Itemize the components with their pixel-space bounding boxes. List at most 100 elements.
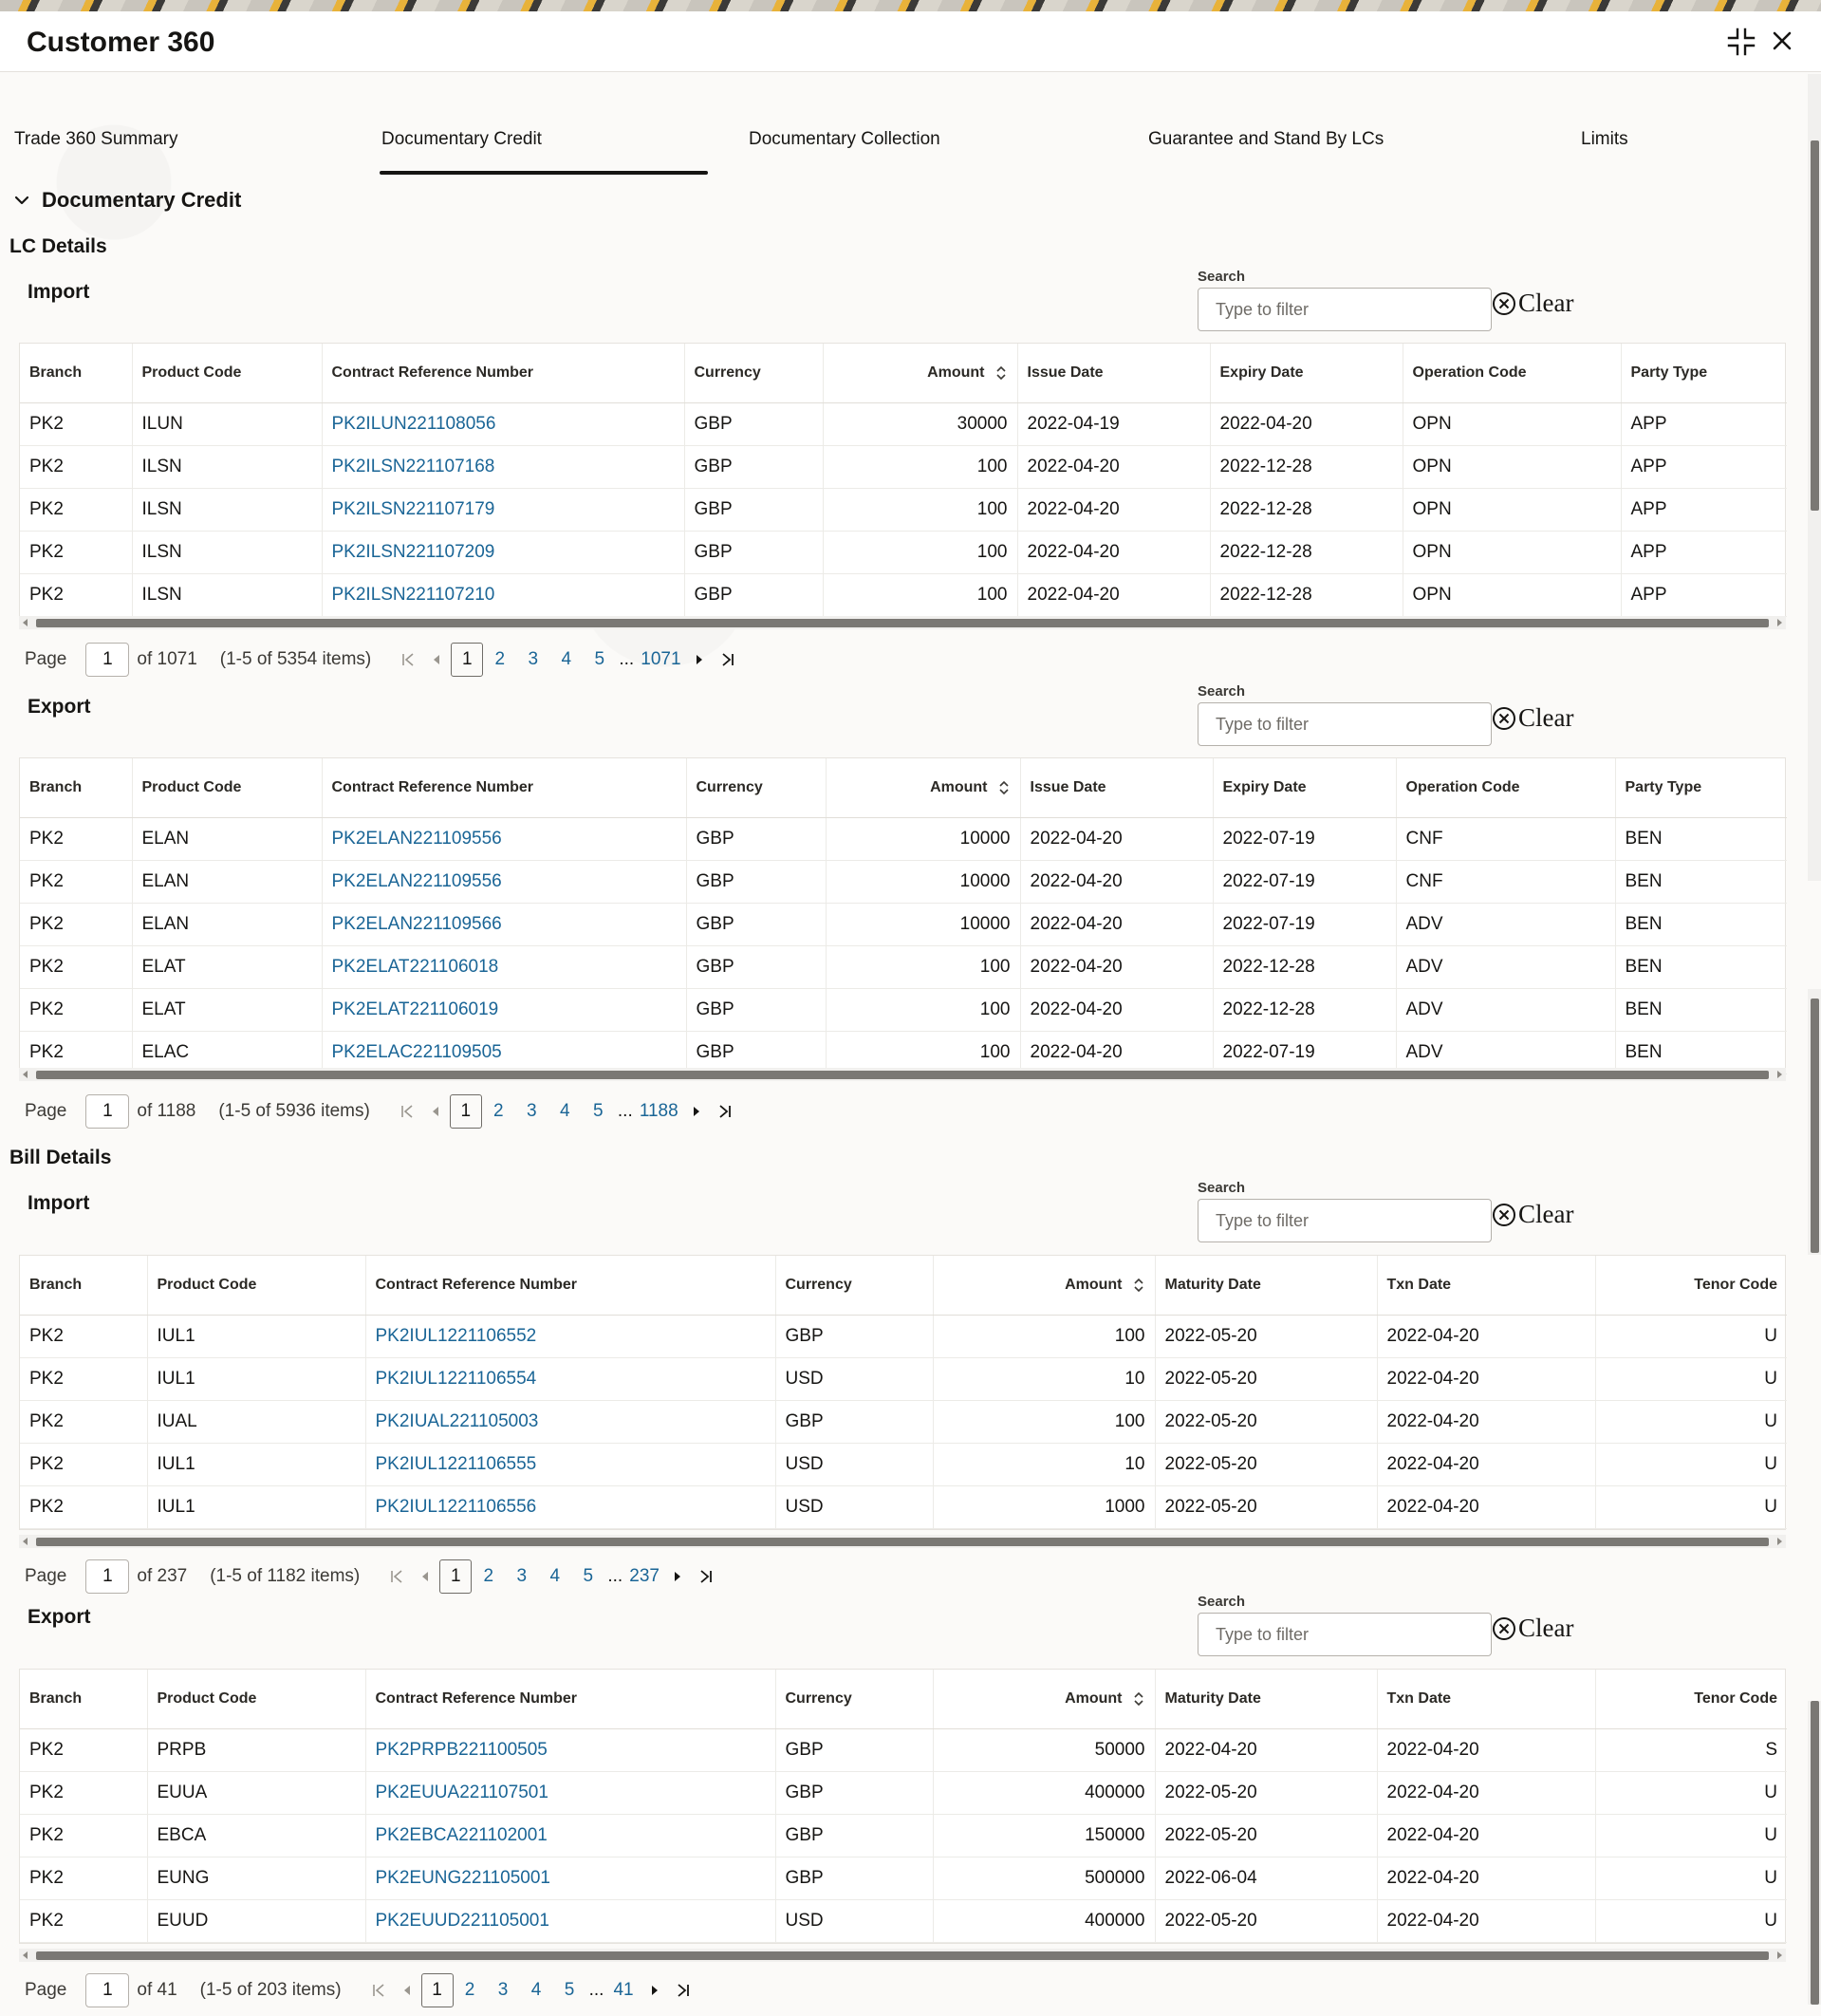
contract-reference-link[interactable]: PK2ELAT221106019: [332, 999, 499, 1019]
table-row[interactable]: PK2 PRPB PK2PRPB221100505 GBP 50000 2022-04-2…: [20, 1728, 1787, 1772]
contract-reference-link[interactable]: PK2EUUA221107501: [376, 1783, 548, 1802]
column-header[interactable]: Tenor Code: [1595, 1256, 1787, 1316]
tab-guarantee-standby[interactable]: Guarantee and Stand By LCs: [1148, 129, 1384, 150]
page-link[interactable]: 3: [516, 643, 549, 677]
tab-documentary-collection[interactable]: Documentary Collection: [749, 129, 940, 150]
page-link[interactable]: 2: [472, 1559, 505, 1594]
next-page-icon[interactable]: [682, 1094, 711, 1129]
chevron-down-icon[interactable]: [13, 192, 30, 209]
previous-page-icon[interactable]: [422, 643, 451, 677]
page-link-last[interactable]: 1188: [636, 1094, 682, 1129]
bill-export-search-input[interactable]: [1198, 1613, 1492, 1656]
page-link-last[interactable]: 41: [607, 1973, 641, 2007]
column-header[interactable]: Contract Reference Number: [322, 344, 685, 403]
column-header[interactable]: Contract Reference Number: [365, 1256, 776, 1316]
column-header[interactable]: Currency: [775, 1670, 934, 1729]
page-link-last[interactable]: 1071: [637, 643, 684, 677]
contract-reference-link[interactable]: PK2IUL1221106554: [376, 1369, 537, 1389]
page-link[interactable]: 2: [482, 1094, 515, 1129]
page-link-current[interactable]: 1: [451, 643, 484, 677]
page-link[interactable]: 5: [582, 1094, 615, 1129]
last-page-icon[interactable]: [711, 1094, 739, 1129]
lc-import-horizontal-scrollbar[interactable]: [19, 616, 1786, 629]
page-link-current[interactable]: 1: [420, 1973, 454, 2007]
contract-reference-link[interactable]: PK2IUL1221106555: [376, 1454, 537, 1474]
table-row[interactable]: PK2 IUL1 PK2IUL1221106552 GBP 100 2022-05-20 2…: [20, 1315, 1787, 1358]
page-link[interactable]: 4: [549, 643, 583, 677]
contract-reference-link[interactable]: PK2EUNG221105001: [376, 1868, 551, 1888]
column-header[interactable]: Expiry Date: [1210, 344, 1403, 403]
first-page-icon[interactable]: [394, 643, 422, 677]
page-link-current[interactable]: 1: [449, 1094, 482, 1129]
bill-import-search-input[interactable]: [1198, 1199, 1492, 1242]
last-page-icon[interactable]: [692, 1559, 720, 1594]
contract-reference-link[interactable]: PK2ELAC221109505: [332, 1042, 502, 1062]
lc-import-search-input[interactable]: [1198, 288, 1492, 331]
table-row[interactable]: PK2 ELAN PK2ELAN221109556 GBP 10000 2022-04-2…: [20, 860, 1787, 904]
table-row[interactable]: PK2 IUL1 PK2IUL1221106554 USD 10 2022-05-20 20…: [20, 1357, 1787, 1401]
tab-trade-360-summary[interactable]: Trade 360 Summary: [14, 129, 177, 150]
lc-export-horizontal-scrollbar[interactable]: [19, 1068, 1786, 1081]
column-header[interactable]: Currency: [686, 758, 827, 818]
close-icon[interactable]: [1769, 28, 1795, 54]
table-row[interactable]: PK2 ILSN PK2ILSN221107209 GBP 100 2022-04-20 2…: [20, 531, 1787, 574]
column-header[interactable]: Product Code: [132, 344, 323, 403]
page-link[interactable]: 3: [487, 1973, 520, 2007]
bill-export-clear-button[interactable]: Clear: [1492, 1614, 1573, 1643]
column-header[interactable]: Branch: [20, 344, 133, 403]
previous-page-icon[interactable]: [421, 1094, 450, 1129]
previous-page-icon[interactable]: [411, 1559, 439, 1594]
column-header[interactable]: Maturity Date: [1155, 1256, 1378, 1316]
column-header[interactable]: Currency: [775, 1256, 934, 1316]
vertical-scrollbar[interactable]: [1808, 989, 1821, 1255]
sort-icon[interactable]: [1132, 1690, 1145, 1708]
page-link[interactable]: 3: [515, 1094, 548, 1129]
contract-reference-link[interactable]: PK2ELAN221109556: [332, 829, 502, 849]
column-header[interactable]: Amount: [933, 1670, 1156, 1729]
table-row[interactable]: PK2 EBCA PK2EBCA221102001 GBP 150000 2022-05-…: [20, 1814, 1787, 1857]
vertical-scrollbar[interactable]: [1808, 1701, 1821, 2005]
contract-reference-link[interactable]: PK2IUL1221106556: [376, 1497, 537, 1517]
column-header[interactable]: Txn Date: [1377, 1256, 1596, 1316]
last-page-icon[interactable]: [714, 643, 742, 677]
table-row[interactable]: PK2 EUUD PK2EUUD221105001 USD 400000 2022-05-…: [20, 1899, 1787, 1943]
sort-icon[interactable]: [1132, 1277, 1145, 1294]
column-header[interactable]: Amount: [933, 1256, 1156, 1316]
column-header[interactable]: Maturity Date: [1155, 1670, 1378, 1729]
page-link[interactable]: 4: [538, 1559, 571, 1594]
bill-import-horizontal-scrollbar[interactable]: [19, 1535, 1786, 1548]
first-page-icon[interactable]: [393, 1094, 421, 1129]
page-link[interactable]: 3: [505, 1559, 538, 1594]
contract-reference-link[interactable]: PK2ILSN221107210: [332, 585, 495, 605]
contract-reference-link[interactable]: PK2ELAN221109566: [332, 914, 502, 934]
next-page-icon[interactable]: [641, 1973, 669, 2007]
column-header[interactable]: Party Type: [1615, 758, 1787, 818]
table-row[interactable]: PK2 ELAT PK2ELAT221106018 GBP 100 2022-04-20 2…: [20, 945, 1787, 989]
column-header[interactable]: Branch: [20, 1256, 148, 1316]
column-header[interactable]: Product Code: [147, 1256, 366, 1316]
table-row[interactable]: PK2 ILSN PK2ILSN221107210 GBP 100 2022-04-20 2…: [20, 573, 1787, 617]
table-row[interactable]: PK2 ILUN PK2ILUN221108056 GBP 30000 2022-04-1…: [20, 402, 1787, 446]
column-header[interactable]: Issue Date: [1020, 758, 1214, 818]
contract-reference-link[interactable]: PK2ILSN221107179: [332, 499, 495, 519]
column-header[interactable]: Tenor Code: [1595, 1670, 1787, 1729]
table-row[interactable]: PK2 EUUA PK2EUUA221107501 GBP 400000 2022-05-…: [20, 1771, 1787, 1815]
page-number-input[interactable]: 1: [85, 1973, 130, 2007]
bill-import-clear-button[interactable]: Clear: [1492, 1200, 1573, 1229]
page-link[interactable]: 5: [583, 643, 616, 677]
page-number-input[interactable]: 1: [85, 1559, 130, 1594]
page-number-input[interactable]: 1: [85, 643, 130, 677]
contract-reference-link[interactable]: PK2IUAL221105003: [376, 1411, 539, 1431]
column-header[interactable]: Product Code: [147, 1670, 366, 1729]
next-page-icon[interactable]: [685, 643, 714, 677]
contract-reference-link[interactable]: PK2EBCA221102001: [376, 1825, 548, 1845]
table-row[interactable]: PK2 ILSN PK2ILSN221107168 GBP 100 2022-04-20 2…: [20, 445, 1787, 489]
page-link-last[interactable]: 237: [625, 1559, 663, 1594]
column-header[interactable]: Issue Date: [1017, 344, 1211, 403]
section-header[interactable]: Documentary Credit: [13, 188, 241, 213]
first-page-icon[interactable]: [364, 1973, 393, 2007]
last-page-icon[interactable]: [669, 1973, 697, 2007]
column-header[interactable]: Operation Code: [1403, 344, 1622, 403]
column-header[interactable]: Party Type: [1621, 344, 1787, 403]
next-page-icon[interactable]: [663, 1559, 692, 1594]
